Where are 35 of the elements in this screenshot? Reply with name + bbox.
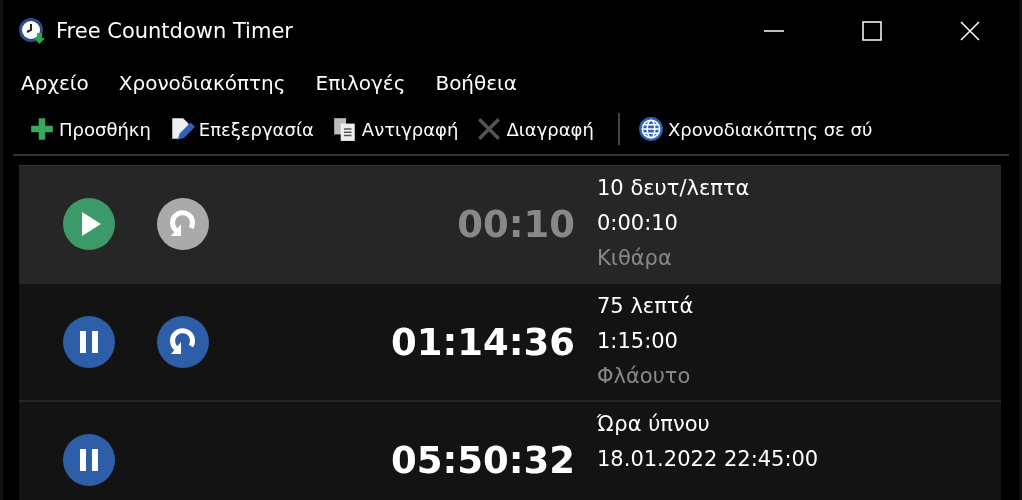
countdown-time: 05:50:32 <box>389 438 575 482</box>
repeat-icon[interactable] <box>157 198 209 250</box>
pause-icon[interactable] <box>63 316 115 368</box>
target-time: 0:00:10 <box>597 210 679 237</box>
target-time: 18.01.2022 22:45:00 <box>597 446 819 473</box>
menu-item[interactable]: Επιλογές <box>315 71 406 95</box>
sound-name: Κιθάρα <box>597 245 673 272</box>
pause-icon[interactable] <box>63 434 115 486</box>
menu-item[interactable]: Βοήθεια <box>435 71 518 95</box>
timer-name: Ώρα ύπνου <box>597 411 711 438</box>
target-time: 1:15:00 <box>597 328 679 355</box>
repeat-icon[interactable] <box>157 316 209 368</box>
timer-name: 10 δευτ/λεπτα <box>597 175 750 202</box>
timer-row[interactable]: 00:10 10 δευτ/λεπτα 0:00:10 Κιθάρα <box>19 166 1001 284</box>
minimize-icon <box>764 30 784 32</box>
add-button[interactable]: Προσθήκη <box>25 112 161 146</box>
edit-button[interactable]: Επεξεργασία <box>164 112 324 146</box>
online-button[interactable]: Χρονοδιακόπτης σε σύ <box>633 112 883 146</box>
close-icon <box>960 21 980 41</box>
delete-button[interactable]: Διαγραφή <box>472 112 604 146</box>
menu-item[interactable]: Χρονοδιακόπτης <box>118 71 286 95</box>
copy-icon <box>331 116 358 142</box>
globe-icon <box>637 116 664 142</box>
window-title: Free Countdown Timer <box>56 19 293 43</box>
plus-icon <box>29 116 55 142</box>
play-icon[interactable] <box>63 198 115 250</box>
clock-icon <box>18 17 46 45</box>
menu-item[interactable]: Αρχείο <box>21 71 89 95</box>
countdown-time: 01:14:36 <box>389 320 575 364</box>
copy-button[interactable]: Αντιγραφή <box>327 112 469 146</box>
sound-name: Φλάουτο <box>597 363 692 390</box>
timer-name: 75 λεπτά <box>597 293 694 320</box>
countdown-time: 00:10 <box>456 202 575 246</box>
cross-icon <box>476 116 503 142</box>
maximize-icon <box>862 21 882 41</box>
